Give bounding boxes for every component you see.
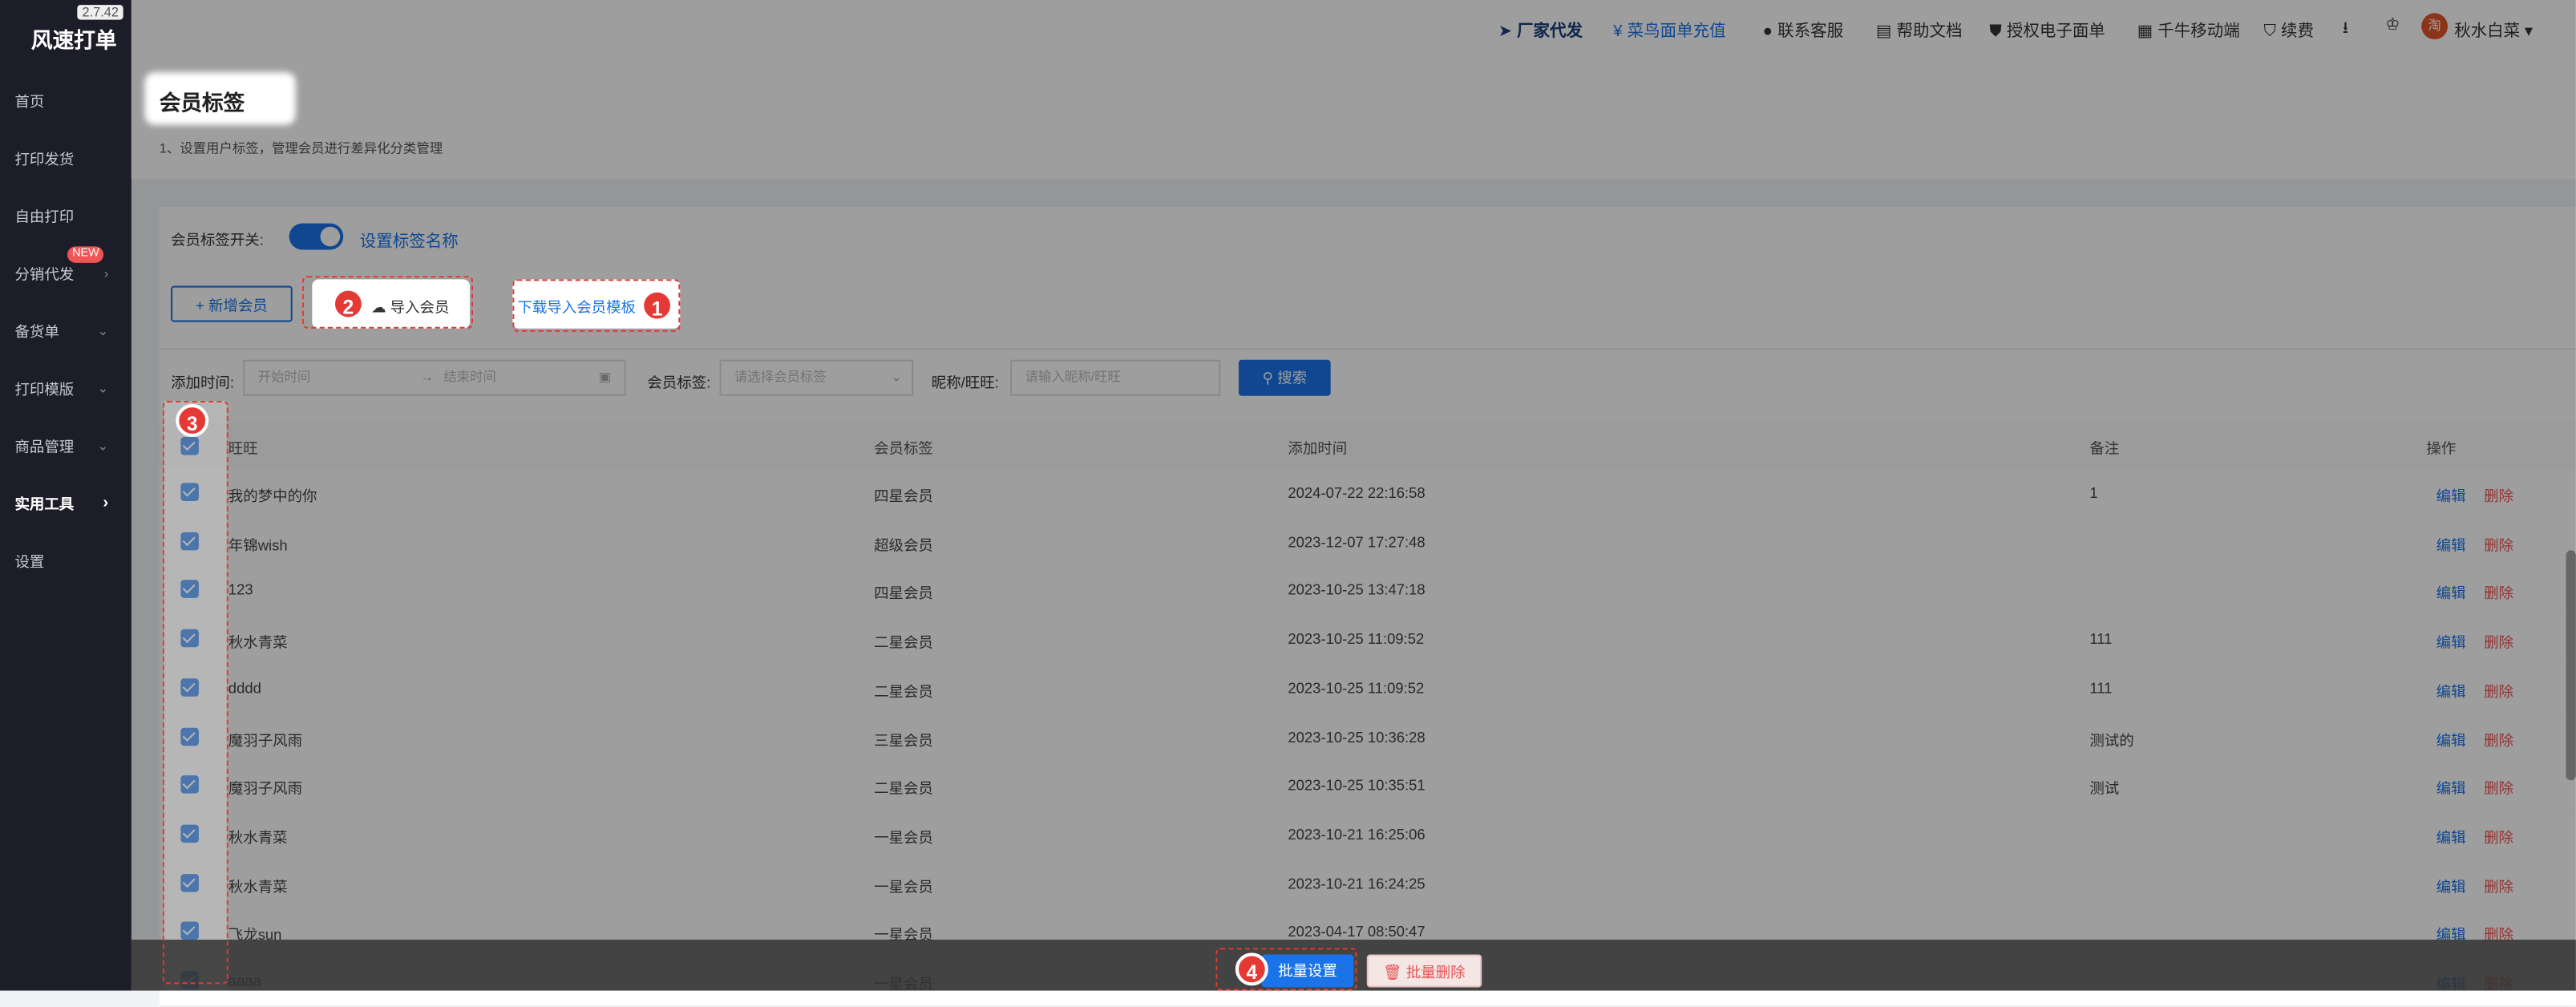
scrollbar[interactable] [2566,550,2576,781]
sidebar-item-6[interactable]: 商品管理 ⌄ [0,431,131,463]
sidebar-item-label: 实用工具 [14,495,75,513]
annotation-box-2 [302,276,474,329]
sidebar-item-0[interactable]: 首页 [0,86,131,119]
sidebar-item-label: 首页 [14,93,45,111]
trash-icon: 🗑 [1383,964,1406,981]
sidebar-item-label: 分销代发 [14,265,75,283]
page-title-highlighted: 会员标签 [159,90,245,115]
sidebar-item-label: 商品管理 [14,439,75,455]
chevron-icon: ⌄ [97,323,109,339]
new-badge: NEW [67,246,104,263]
step-marker-1: 1 [641,289,674,322]
sidebar-item-label: 备货单 [14,323,59,341]
batch-delete-button[interactable]: 🗑 批量删除 [1366,954,1482,988]
sidebar-item-label: 打印模版 [14,381,75,398]
step-marker-2: 2 [331,287,365,321]
sidebar-item-5[interactable]: 打印模版 ⌄ [0,373,131,406]
app-title: 风速打单 [30,27,117,53]
annotation-box-3 [162,400,228,985]
chevron-icon: ⌄ [97,381,109,396]
sidebar-item-label: 打印发货 [14,151,75,168]
sidebar-item-2[interactable]: 自由打印 [0,200,131,233]
chevron-icon: › [103,265,109,281]
sidebar-item-3[interactable]: 分销代发 NEW › [0,246,131,291]
tutorial-overlay [131,0,2576,991]
step-marker-4: 4 [1235,952,1268,986]
app-root: 风速打单 2.7.42 首页 打印发货 自由打印 分销代发 NEW › 备货单 ⌄ 打印模版 ⌄ 商… [0,0,2576,1007]
sidebar-item-label: 自由打印 [14,208,75,225]
sidebar-item-7[interactable]: 实用工具 › [0,488,131,521]
chevron-icon: › [103,494,109,513]
chevron-icon: ⌄ [97,439,109,454]
sidebar-item-1[interactable]: 打印发货 [0,143,131,176]
sidebar-item-4[interactable]: 备货单 ⌄ [0,315,131,348]
sidebar: 风速打单 2.7.42 首页 打印发货 自由打印 分销代发 NEW › 备货单 ⌄ 打印模版 ⌄ 商… [0,0,131,991]
logo: 风速打单 2.7.42 [0,0,131,63]
version-badge: 2.7.42 [77,5,124,20]
sidebar-item-label: 设置 [14,553,45,571]
sidebar-item-8[interactable]: 设置 [0,545,131,578]
step-marker-3: 3 [176,404,209,438]
